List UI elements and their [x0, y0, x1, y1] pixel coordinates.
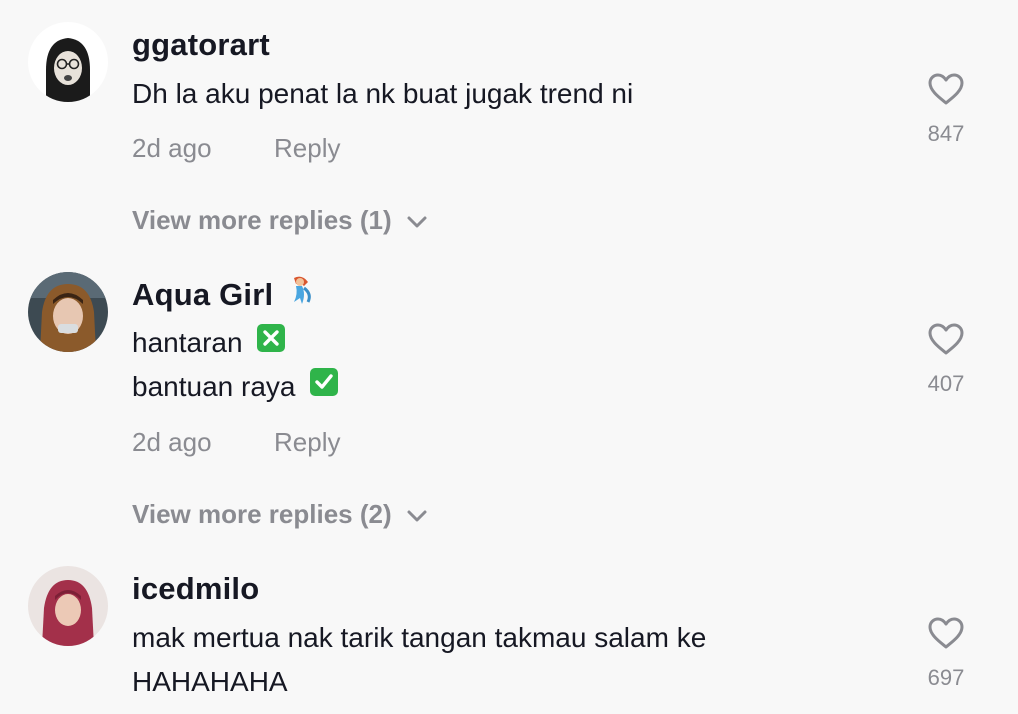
mermaid-emoji-icon: [284, 272, 318, 314]
comment-text: Dh la aku penat la nk buat jugak trend n…: [132, 78, 633, 110]
username-text[interactable]: ggatorart: [132, 27, 270, 62]
timestamp: 2d ago: [132, 133, 212, 163]
view-more-replies-button[interactable]: View more replies (1): [132, 205, 428, 236]
username[interactable]: ggatorart: [132, 27, 270, 63]
view-more-label: View more replies (2): [132, 499, 392, 529]
timestamp: 2d ago: [132, 427, 212, 457]
comment-line: HAHAHAHA: [132, 666, 288, 697]
comment-text: hantaran: [132, 324, 286, 360]
chevron-down-icon: [406, 205, 428, 236]
like-button[interactable]: 407: [910, 322, 982, 397]
heart-outline-icon[interactable]: [910, 322, 982, 361]
comment-meta: 2d ago Reply: [132, 133, 340, 164]
like-button[interactable]: 847: [910, 72, 982, 147]
avatar[interactable]: [28, 272, 108, 352]
comment-meta: 2d ago Reply: [132, 427, 340, 458]
comment-item: Aqua Girl hantaran bantuan raya 2d ago R…: [0, 250, 1018, 540]
username-text[interactable]: Aqua Girl: [132, 277, 273, 312]
comment-text: HAHAHAHA: [132, 666, 288, 698]
comment-line: mak mertua nak tarik tangan takmau salam…: [132, 622, 707, 653]
username[interactable]: Aqua Girl: [132, 276, 318, 314]
username[interactable]: icedmilo: [132, 571, 259, 607]
view-more-replies-button[interactable]: View more replies (2): [132, 499, 428, 530]
comment-text: mak mertua nak tarik tangan takmau salam…: [132, 622, 706, 654]
view-more-label: View more replies (1): [132, 205, 392, 235]
reply-button[interactable]: Reply: [274, 427, 340, 458]
check-mark-emoji-icon: [309, 367, 339, 404]
like-count: 847: [927, 121, 965, 146]
username-text[interactable]: icedmilo: [132, 571, 259, 606]
cross-mark-emoji-icon: [256, 323, 286, 360]
chevron-down-icon: [406, 499, 428, 530]
comment-item: ggatorart Dh la aku penat la nk buat jug…: [0, 0, 1018, 250]
comment-item: icedmilo mak mertua nak tarik tangan tak…: [0, 544, 1018, 714]
reply-button[interactable]: Reply: [274, 133, 340, 164]
like-count: 697: [927, 665, 965, 690]
comment-line: bantuan raya: [132, 371, 296, 402]
avatar[interactable]: [28, 566, 108, 646]
avatar[interactable]: [28, 22, 108, 102]
comment-text: bantuan raya: [132, 368, 339, 404]
heart-outline-icon[interactable]: [910, 616, 982, 655]
comment-line: Dh la aku penat la nk buat jugak trend n…: [132, 78, 634, 109]
like-count: 407: [927, 371, 965, 396]
comment-line: hantaran: [132, 327, 243, 358]
heart-outline-icon[interactable]: [910, 72, 982, 111]
like-button[interactable]: 697: [910, 616, 982, 691]
